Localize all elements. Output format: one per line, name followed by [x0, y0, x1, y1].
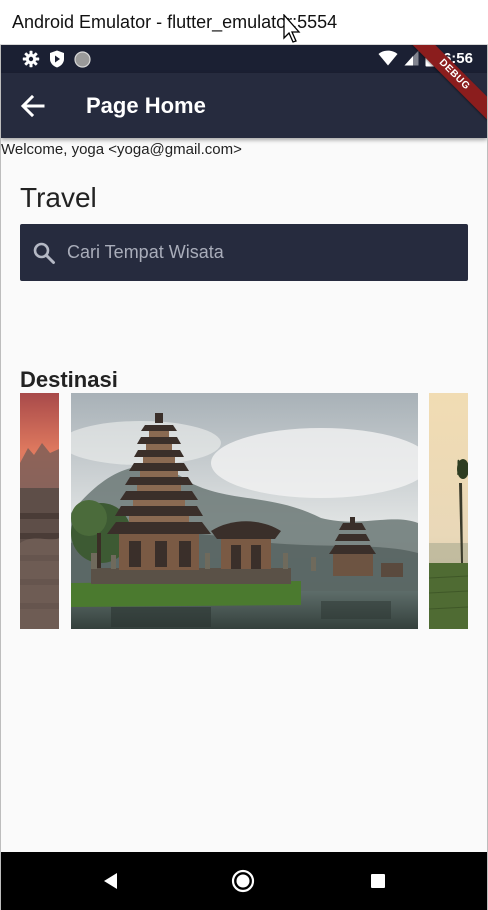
nav-back-icon[interactable]	[98, 868, 124, 894]
search-input[interactable]	[67, 224, 447, 281]
travel-heading: Travel	[20, 182, 97, 213]
android-nav-bar	[1, 852, 487, 910]
nav-recents-icon[interactable]	[365, 868, 391, 894]
nav-home-icon[interactable]	[230, 868, 256, 894]
app-bar: Page Home	[1, 73, 487, 138]
destination-image	[429, 393, 468, 629]
destination-card[interactable]	[429, 393, 468, 629]
destination-image	[71, 393, 418, 629]
circle-icon	[74, 50, 91, 68]
settings-icon	[22, 50, 40, 68]
welcome-text: Welcome, yoga <yoga@gmail.com>	[1, 141, 242, 158]
page-title: Page Home	[86, 93, 206, 118]
destinations-carousel[interactable]	[20, 393, 468, 629]
search-icon	[33, 242, 55, 264]
device-screen: 6:56 Page Home DEBUG Welcome, yoga <yoga…	[0, 45, 488, 910]
emulator-window-titlebar: Android Emulator - flutter_emulator:5554	[0, 0, 488, 45]
cellular-signal-icon	[404, 50, 419, 66]
destination-card[interactable]	[20, 393, 59, 629]
mouse-cursor-icon	[283, 14, 301, 43]
arrow-left-icon[interactable]	[19, 92, 47, 120]
destination-card[interactable]	[71, 393, 418, 629]
destination-image	[20, 393, 59, 629]
wifi-icon	[378, 50, 398, 66]
search-bar[interactable]	[20, 224, 468, 281]
shield-play-icon	[50, 50, 64, 68]
status-bar: 6:56	[1, 45, 487, 73]
destinations-heading: Destinasi	[20, 367, 118, 392]
